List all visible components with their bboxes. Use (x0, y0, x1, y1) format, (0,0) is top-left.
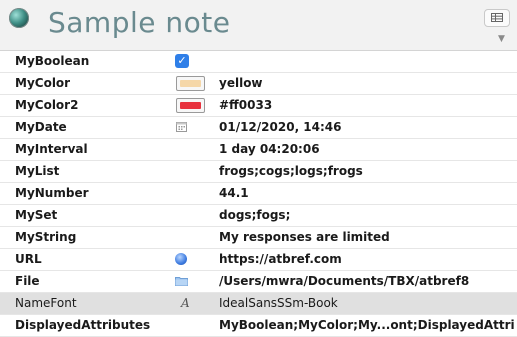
attribute-name: MyBoolean (15, 54, 90, 68)
note-title-bar: Sample note ▼ (0, 0, 517, 51)
attribute-row-mycolor2[interactable]: MyColor2 #ff0033 (0, 95, 517, 117)
attribute-row-myinterval[interactable]: MyInterval 1 day 04:20:06 (0, 139, 517, 161)
color-fill (180, 80, 201, 87)
attribute-name: MyColor2 (15, 98, 79, 112)
attribute-icon-cell (163, 95, 213, 116)
attribute-row-myset[interactable]: MySet dogs;fogs; (0, 205, 517, 227)
note-badge-icon (9, 8, 29, 28)
attribute-row-mydate[interactable]: MyDate 01/12/2020, 14:46 (0, 117, 517, 139)
attribute-value[interactable]: frogs;cogs;logs;frogs (219, 161, 514, 182)
attribute-value[interactable]: #ff0033 (219, 95, 514, 116)
color-swatch-icon[interactable] (176, 76, 205, 91)
attribute-icon-cell (163, 271, 213, 292)
attribute-name: File (15, 274, 40, 288)
key-attributes-table: MyBoolean ✓ MyColor yellow MyColor2 #ff0… (0, 51, 517, 337)
attribute-icon-cell (163, 73, 213, 94)
attribute-value[interactable]: IdealSansSSm-Book (219, 293, 514, 314)
attribute-row-namefont[interactable]: NameFont A IdealSansSSm-Book (0, 293, 517, 315)
attribute-row-file[interactable]: File /Users/mwra/Documents/TBX/atbref8 (0, 271, 517, 293)
attribute-name: MySet (15, 208, 58, 222)
font-icon[interactable]: A (181, 293, 190, 314)
attribute-value[interactable]: 01/12/2020, 14:46 (219, 117, 514, 138)
attribute-name: MyDate (15, 120, 67, 134)
attribute-name: URL (15, 252, 42, 266)
attribute-name: MyColor (15, 76, 71, 90)
table-view-icon (491, 13, 503, 22)
note-title[interactable]: Sample note (48, 6, 230, 39)
attribute-icon-cell (163, 117, 213, 138)
checkbox-checked-icon[interactable]: ✓ (175, 54, 189, 68)
color-swatch-icon[interactable] (176, 98, 205, 113)
attribute-value[interactable]: https://atbref.com (219, 249, 514, 270)
attribute-row-mylist[interactable]: MyList frogs;cogs;logs;frogs (0, 161, 517, 183)
attribute-value[interactable]: /Users/mwra/Documents/TBX/atbref8 (219, 271, 514, 292)
table-view-button[interactable] (484, 9, 510, 27)
globe-icon[interactable] (175, 253, 187, 265)
attribute-row-myboolean[interactable]: MyBoolean ✓ (0, 51, 517, 73)
attribute-name: MyList (15, 164, 60, 178)
attribute-name: MyInterval (15, 142, 88, 156)
attribute-name: MyString (15, 230, 77, 244)
calendar-icon[interactable] (176, 121, 187, 132)
chevron-down-icon[interactable]: ▼ (498, 34, 505, 44)
attribute-icon-cell: A (163, 293, 213, 314)
attribute-row-mystring[interactable]: MyString My responses are limited (0, 227, 517, 249)
attribute-row-mynumber[interactable]: MyNumber 44.1 (0, 183, 517, 205)
attribute-icon-cell: ✓ (163, 51, 213, 72)
attribute-name: MyNumber (15, 186, 89, 200)
attribute-name: NameFont (15, 296, 77, 310)
attribute-row-url[interactable]: URL https://atbref.com (0, 249, 517, 271)
attribute-value[interactable]: 1 day 04:20:06 (219, 139, 514, 160)
attribute-value[interactable]: My responses are limited (219, 227, 514, 248)
attribute-value[interactable]: dogs;fogs; (219, 205, 514, 226)
folder-icon[interactable] (175, 276, 188, 286)
attribute-value[interactable]: 44.1 (219, 183, 514, 204)
attribute-icon-cell (163, 249, 213, 270)
color-fill (180, 102, 201, 109)
attribute-row-mycolor[interactable]: MyColor yellow (0, 73, 517, 95)
attribute-row-displayedattributes[interactable]: DisplayedAttributes MyBoolean;MyColor;My… (0, 315, 517, 337)
attribute-value[interactable]: yellow (219, 73, 514, 94)
